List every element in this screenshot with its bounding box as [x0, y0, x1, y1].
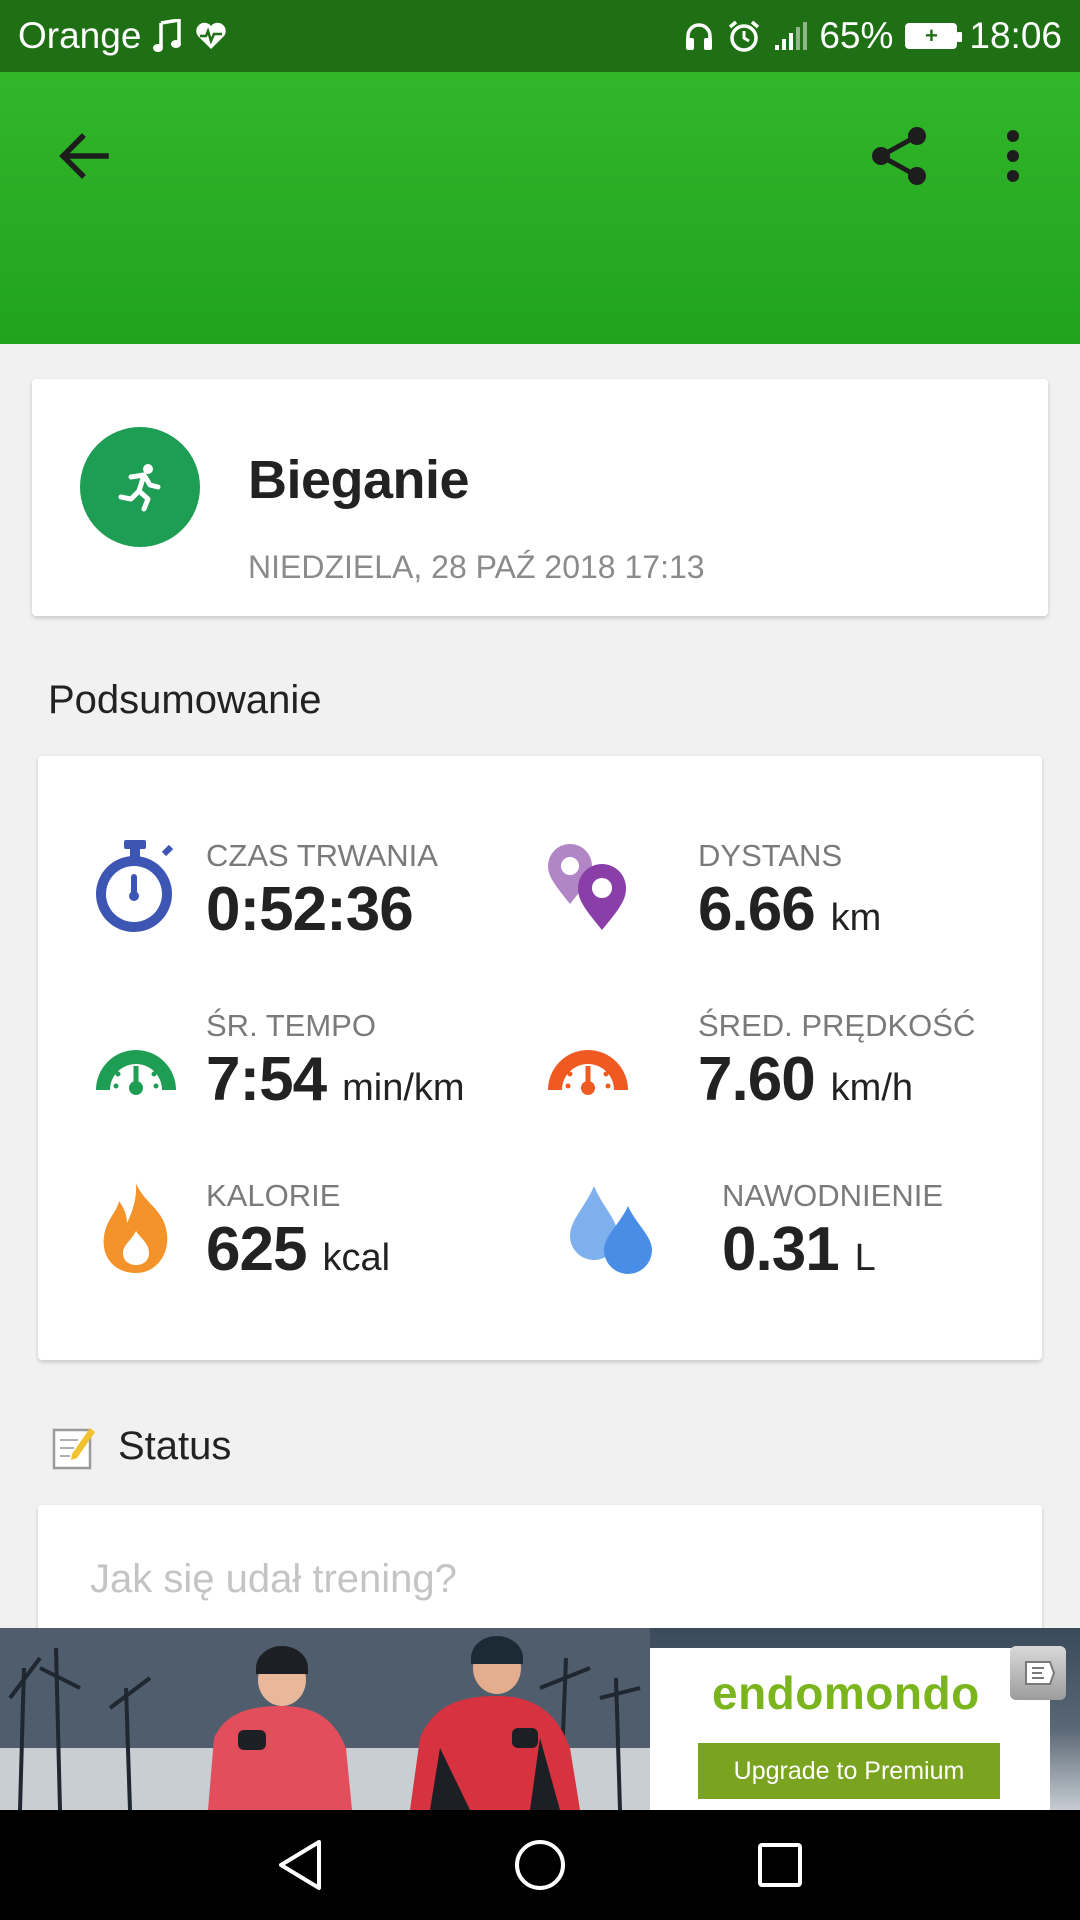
speedometer-orange-icon	[538, 1008, 638, 1108]
music-icon	[153, 19, 183, 53]
calories-unit: kcal	[322, 1237, 391, 1279]
back-button[interactable]	[44, 116, 124, 196]
battery-percent: 65%	[819, 15, 894, 56]
nav-back-button[interactable]	[255, 1820, 345, 1910]
more-vert-icon	[1007, 130, 1019, 182]
ad-runners-image	[0, 1628, 650, 1810]
share-button[interactable]	[860, 116, 940, 196]
hydration-value: 0.31 L	[722, 1214, 876, 1285]
speed-value: 7.60 km/h	[698, 1044, 913, 1115]
carrier-name: Orange	[18, 15, 142, 56]
share-icon	[872, 127, 926, 185]
calories-value: 625 kcal	[206, 1214, 390, 1285]
clock-time: 18:06	[969, 15, 1062, 56]
stopwatch-icon	[86, 838, 186, 938]
calories-number: 625	[206, 1215, 307, 1284]
duration-number: 0:52:36	[206, 875, 414, 944]
status-input[interactable]	[62, 1529, 1018, 1629]
ad-banner[interactable]: endomondo Upgrade to Premium	[0, 1628, 1080, 1810]
ad-panel: endomondo Upgrade to Premium	[650, 1648, 1050, 1810]
flame-icon	[86, 1178, 186, 1278]
endomondo-logo: endomondo	[712, 1667, 980, 1719]
nav-recents-button[interactable]	[735, 1820, 825, 1910]
status-section-header: Status	[52, 1422, 231, 1470]
back-triangle-icon	[279, 1840, 321, 1890]
pace-label: ŚR. TEMPO	[206, 1008, 376, 1043]
running-icon	[118, 464, 161, 512]
hydration-unit: L	[854, 1237, 876, 1279]
duration-label: CZAS TRWANIA	[206, 838, 438, 873]
summary-card: CZAS TRWANIA 0:52:36 DYSTANS 6.66 km ŚR. …	[38, 756, 1042, 1360]
distance-number: 6.66	[698, 875, 816, 944]
workout-sport-title: Bieganie	[248, 450, 470, 510]
upgrade-premium-button[interactable]: Upgrade to Premium	[698, 1743, 1000, 1799]
nav-home-button[interactable]	[495, 1820, 585, 1910]
hydration-number: 0.31	[722, 1215, 840, 1284]
headphones-icon	[683, 20, 715, 52]
distance-unit: km	[830, 897, 882, 939]
status-bar: Orange 65% + 18:06	[0, 0, 1080, 72]
speed-label: ŚRED. PRĘDKOŚĆ	[698, 1008, 976, 1043]
distance-value: 6.66 km	[698, 874, 881, 945]
speedometer-green-icon	[86, 1008, 186, 1108]
speed-number: 7.60	[698, 1045, 816, 1114]
workout-date: NIEDZIELA, 28 PAŹ 2018 17:13	[248, 549, 705, 585]
water-drops-icon	[562, 1178, 662, 1278]
status-card	[38, 1505, 1042, 1635]
arrow-left-icon	[59, 133, 109, 179]
more-options-button[interactable]	[973, 116, 1053, 196]
hydration-label: NAWODNIENIE	[722, 1178, 944, 1213]
pace-number: 7:54	[206, 1045, 327, 1114]
status-section-title: Status	[118, 1423, 232, 1468]
status-bar-right: 65% + 18:06	[683, 15, 1062, 57]
workout-header-card: Bieganie NIEDZIELA, 28 PAŹ 2018 17:13	[32, 379, 1048, 616]
distance-label: DYSTANS	[698, 838, 843, 873]
note-edit-icon	[52, 1428, 95, 1470]
duration-value: 0:52:36	[206, 874, 414, 945]
status-bar-left: Orange	[18, 15, 227, 57]
ad-badge-icon	[1025, 1661, 1056, 1685]
signal-icon	[773, 21, 808, 51]
recents-square-icon	[758, 1843, 802, 1887]
system-nav-bar	[0, 1810, 1080, 1920]
map-pins-icon	[538, 838, 638, 938]
calories-label: KALORIE	[206, 1178, 341, 1213]
pace-value: 7:54 min/km	[206, 1044, 465, 1115]
alarm-icon	[727, 19, 761, 53]
ad-info-button[interactable]	[1010, 1646, 1066, 1700]
heart-pulse-icon	[195, 21, 227, 51]
sport-badge	[80, 427, 200, 547]
battery-charging-icon: +	[905, 23, 963, 49]
summary-section-title: Podsumowanie	[48, 678, 322, 722]
app-bar	[0, 72, 1080, 344]
speed-unit: km/h	[830, 1067, 914, 1109]
pace-unit: min/km	[342, 1067, 465, 1109]
home-circle-icon	[515, 1840, 565, 1890]
